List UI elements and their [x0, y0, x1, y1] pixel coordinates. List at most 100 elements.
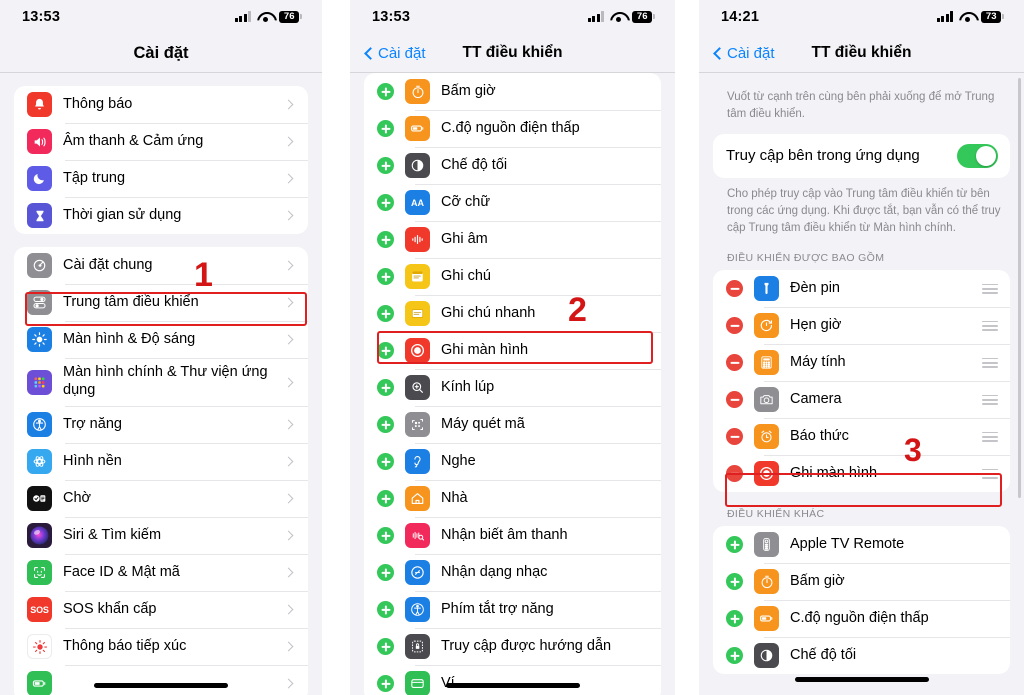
list-item[interactable]: Truy cập được hướng dẫn — [364, 628, 661, 665]
magnifier-icon — [405, 375, 430, 400]
screen-record-icon — [754, 461, 779, 487]
in-app-access-row[interactable]: Truy cập bên trong ứng dụng — [713, 134, 1010, 178]
in-app-access-toggle[interactable] — [957, 144, 998, 169]
list-item[interactable]: Máy quét mã — [364, 406, 661, 443]
add-control-button[interactable] — [377, 342, 394, 359]
shazam-icon — [405, 560, 430, 585]
remove-control-button[interactable] — [726, 465, 743, 483]
status-bar: 13:53 76 — [350, 0, 675, 34]
list-item-label: Chế độ tối — [790, 647, 857, 664]
sidebar-item-accessibility[interactable]: Trợ năng — [14, 406, 308, 443]
status-time: 13:53 — [372, 9, 411, 25]
nav-bar: Cài đặt — [0, 34, 322, 72]
add-control-button[interactable] — [377, 305, 394, 322]
list-item-label: Nhận dạng nhạc — [441, 563, 548, 580]
add-control-button[interactable] — [377, 490, 394, 507]
list-item[interactable]: Hẹn giờ — [713, 307, 1010, 344]
list-item[interactable]: Bấm giờ — [364, 73, 661, 110]
back-button[interactable]: Cài đặt — [713, 45, 775, 62]
sidebar-item-face-id[interactable]: Face ID & Mật mã — [14, 554, 308, 591]
add-control-button[interactable] — [377, 157, 394, 174]
list-item-label: Chế độ tối — [441, 156, 508, 173]
list-item[interactable]: Âm thanh & Cảm ứng — [14, 123, 308, 160]
chevron-right-icon — [283, 567, 294, 578]
list-item[interactable]: Camera — [713, 381, 1010, 418]
three-panel-screenshot: 13:53 76 Cài đặt Thông báo Âm thanh & Cả… — [0, 0, 1024, 695]
accessibility-shortcut-icon — [405, 597, 430, 622]
add-control-button[interactable] — [377, 83, 394, 100]
list-item[interactable]: Nhận biết âm thanh — [364, 517, 661, 554]
exposure-notification-icon — [27, 634, 52, 659]
sidebar-item-wallpaper[interactable]: Hình nền — [14, 443, 308, 480]
list-item[interactable]: Đèn pin — [713, 270, 1010, 307]
list-item-screen-record[interactable]: Ghi màn hình — [364, 332, 661, 369]
reorder-handle[interactable] — [982, 431, 998, 442]
sidebar-item-home-screen[interactable]: Màn hình chính & Thư viện ứng dụng — [14, 358, 308, 406]
add-control-button[interactable] — [377, 675, 394, 692]
add-control-button[interactable] — [726, 647, 743, 665]
reorder-handle[interactable] — [982, 283, 998, 294]
list-item[interactable]: Chế độ tối — [713, 637, 1010, 674]
wallet-icon — [405, 671, 430, 695]
add-control-button[interactable] — [377, 527, 394, 544]
list-item[interactable]: Ghi chú nhanh — [364, 295, 661, 332]
list-item[interactable]: Máy tính — [713, 344, 1010, 381]
add-control-button[interactable] — [377, 601, 394, 618]
list-item[interactable]: Phím tắt trợ năng — [364, 591, 661, 628]
add-control-button[interactable] — [377, 268, 394, 285]
add-control-button[interactable] — [726, 610, 743, 628]
list-item[interactable]: Kính lúp — [364, 369, 661, 406]
more-controls-group: Bấm giờ C.độ nguồn điện thấp Chế độ tối — [364, 73, 661, 695]
remove-control-button[interactable] — [726, 317, 743, 335]
list-item[interactable]: C.độ nguồn điện thấp — [713, 600, 1010, 637]
list-item-label: Đèn pin — [790, 280, 840, 297]
list-item[interactable]: Ghi chú — [364, 258, 661, 295]
add-control-button[interactable] — [377, 564, 394, 581]
sidebar-item-display[interactable]: Màn hình & Độ sáng — [14, 321, 308, 358]
list-item-screen-record[interactable]: Ghi màn hình — [713, 455, 1010, 492]
reorder-handle[interactable] — [982, 357, 998, 368]
list-item[interactable]: Tập trung — [14, 160, 308, 197]
sidebar-item-sos[interactable]: SOS SOS khẩn cấp — [14, 591, 308, 628]
sidebar-item-general[interactable]: Cài đặt chung — [14, 247, 308, 284]
add-control-button[interactable] — [377, 379, 394, 396]
add-control-button[interactable] — [726, 573, 743, 591]
remove-control-button[interactable] — [726, 280, 743, 298]
add-control-button[interactable] — [377, 453, 394, 470]
list-item[interactable]: Bấm giờ — [713, 563, 1010, 600]
list-item[interactable]: Apple TV Remote — [713, 526, 1010, 563]
remove-control-button[interactable] — [726, 428, 743, 446]
back-button[interactable]: Cài đặt — [364, 45, 426, 62]
remove-control-button[interactable] — [726, 354, 743, 372]
list-item[interactable]: Chế độ tối — [364, 147, 661, 184]
sidebar-item-siri[interactable]: Siri & Tìm kiếm — [14, 517, 308, 554]
reorder-handle[interactable] — [982, 468, 998, 479]
add-control-button[interactable] — [726, 536, 743, 554]
stopwatch-icon — [754, 569, 779, 595]
sidebar-item-exposure[interactable]: Thông báo tiếp xúc — [14, 628, 308, 665]
list-item[interactable]: Ví — [364, 665, 661, 695]
sidebar-item-battery[interactable] — [14, 665, 308, 695]
reorder-handle[interactable] — [982, 394, 998, 405]
list-item[interactable]: Nhà — [364, 480, 661, 517]
add-control-button[interactable] — [377, 416, 394, 433]
add-control-button[interactable] — [377, 231, 394, 248]
chevron-right-icon — [283, 493, 294, 504]
list-item[interactable]: Báo thức — [713, 418, 1010, 455]
sidebar-item-control-center[interactable]: Trung tâm điều khiển — [14, 284, 308, 321]
add-control-button[interactable] — [377, 638, 394, 655]
add-control-button[interactable] — [377, 194, 394, 211]
reorder-handle[interactable] — [982, 320, 998, 331]
remove-control-button[interactable] — [726, 391, 743, 409]
list-item[interactable]: Nhận dạng nhạc — [364, 554, 661, 591]
list-item[interactable]: Thời gian sử dụng — [14, 197, 308, 234]
list-item[interactable]: Nghe — [364, 443, 661, 480]
scrollbar[interactable] — [1018, 78, 1021, 498]
list-item[interactable]: Thông báo — [14, 86, 308, 123]
list-item[interactable]: Ghi âm — [364, 221, 661, 258]
add-control-button[interactable] — [377, 120, 394, 137]
sidebar-item-standby[interactable]: Chờ — [14, 480, 308, 517]
list-item[interactable]: AA Cỡ chữ — [364, 184, 661, 221]
list-item[interactable]: C.độ nguồn điện thấp — [364, 110, 661, 147]
